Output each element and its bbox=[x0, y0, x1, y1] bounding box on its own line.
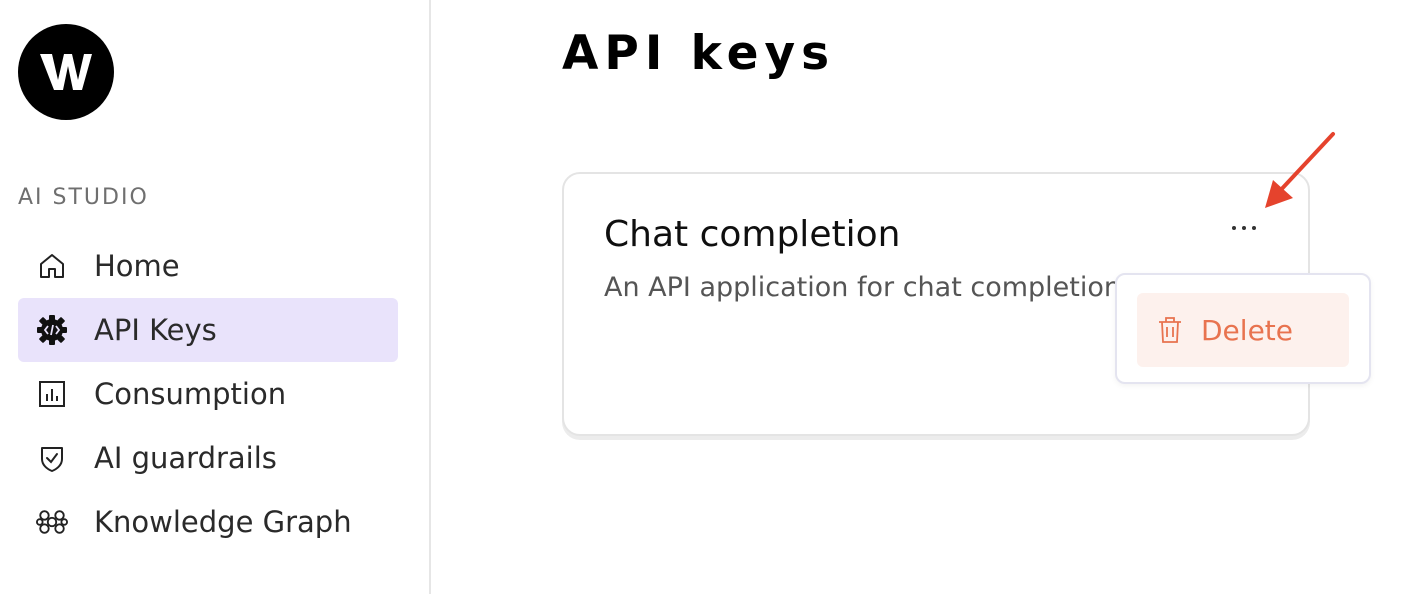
logo[interactable] bbox=[18, 24, 114, 120]
sidebar-item-home[interactable]: Home bbox=[18, 234, 398, 298]
delete-label: Delete bbox=[1201, 313, 1293, 347]
api-gear-icon bbox=[36, 314, 68, 346]
home-icon bbox=[36, 250, 68, 282]
card-description: An API application for chat completion bbox=[604, 272, 1121, 303]
trash-icon bbox=[1159, 317, 1181, 343]
sidebar-item-label: API Keys bbox=[94, 313, 217, 347]
sidebar-item-consumption[interactable]: Consumption bbox=[18, 362, 398, 426]
more-dots-icon bbox=[1232, 226, 1256, 230]
annotation-arrow-icon bbox=[1265, 132, 1335, 208]
more-options-button[interactable] bbox=[1224, 214, 1264, 242]
graph-icon bbox=[36, 506, 68, 538]
delete-menu-item[interactable]: Delete bbox=[1137, 293, 1349, 367]
sidebar-item-ai-guardrails[interactable]: AI guardrails bbox=[18, 426, 398, 490]
app: AI STUDIO Home API Keys Consumption AI g… bbox=[0, 0, 1406, 594]
card-options-menu: Delete bbox=[1115, 273, 1371, 384]
page-title: API keys bbox=[562, 26, 836, 81]
sidebar: AI STUDIO Home API Keys Consumption AI g… bbox=[0, 0, 431, 594]
card-title: Chat completion bbox=[604, 214, 901, 255]
sidebar-item-knowledge-graph[interactable]: Knowledge Graph bbox=[18, 490, 398, 554]
section-label: AI STUDIO bbox=[18, 185, 149, 210]
sidebar-item-label: Consumption bbox=[94, 377, 287, 411]
sidebar-item-label: AI guardrails bbox=[94, 441, 277, 475]
logo-w-icon bbox=[40, 54, 92, 90]
sidebar-nav: Home API Keys Consumption AI guardrails … bbox=[18, 234, 398, 554]
sidebar-item-label: Home bbox=[94, 249, 180, 283]
sidebar-item-api-keys[interactable]: API Keys bbox=[18, 298, 398, 362]
sidebar-item-label: Knowledge Graph bbox=[94, 505, 352, 539]
chart-icon bbox=[36, 378, 68, 410]
shield-check-icon bbox=[36, 442, 68, 474]
